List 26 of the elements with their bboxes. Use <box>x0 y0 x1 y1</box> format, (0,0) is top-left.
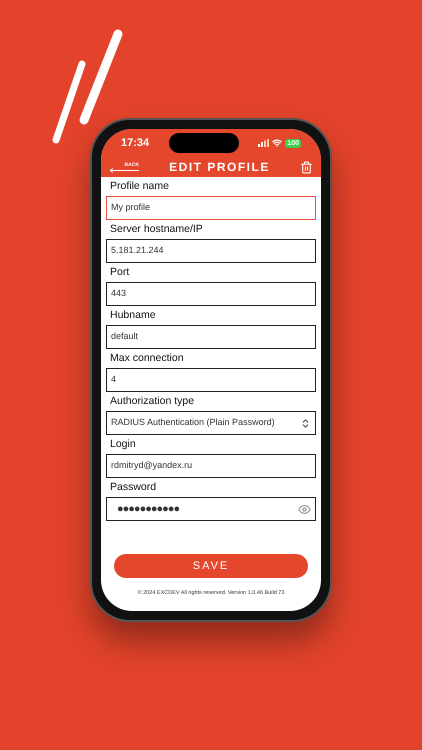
signal-icon <box>258 139 270 147</box>
field-label: Hubname <box>109 309 157 322</box>
field-label: Max connection <box>109 352 185 365</box>
screen-title: EDIT PROFILE <box>169 159 270 176</box>
select-field[interactable]: RADIUS Authentication (Plain Password) <box>106 411 316 435</box>
password-field[interactable]: ●●●●●●●●●●● <box>106 497 316 521</box>
arrow-icon <box>109 168 139 172</box>
wifi-icon <box>272 138 282 148</box>
input-field[interactable]: 4 <box>106 368 316 392</box>
field-label: Port <box>109 266 130 279</box>
trash-icon[interactable] <box>300 160 313 174</box>
input-field[interactable]: My profile <box>106 196 316 220</box>
field-label: Login <box>109 438 137 451</box>
status-time: 17:34 <box>121 136 150 151</box>
field-label: Profile name <box>109 180 170 193</box>
save-button[interactable]: SAVE <box>114 554 308 578</box>
input-field[interactable]: 5.181.21.244 <box>106 239 316 263</box>
field-label: Authorization type <box>109 395 196 408</box>
eye-icon[interactable] <box>298 502 311 516</box>
input-field[interactable]: default <box>106 325 316 349</box>
input-field[interactable]: rdmitryd@yandex.ru <box>106 454 316 478</box>
field-label: Password <box>109 481 158 494</box>
dynamic-island <box>168 133 239 153</box>
input-field[interactable]: 443 <box>106 282 316 306</box>
field-label: Server hostname/IP <box>109 223 204 236</box>
chevrons-icon <box>300 418 311 428</box>
